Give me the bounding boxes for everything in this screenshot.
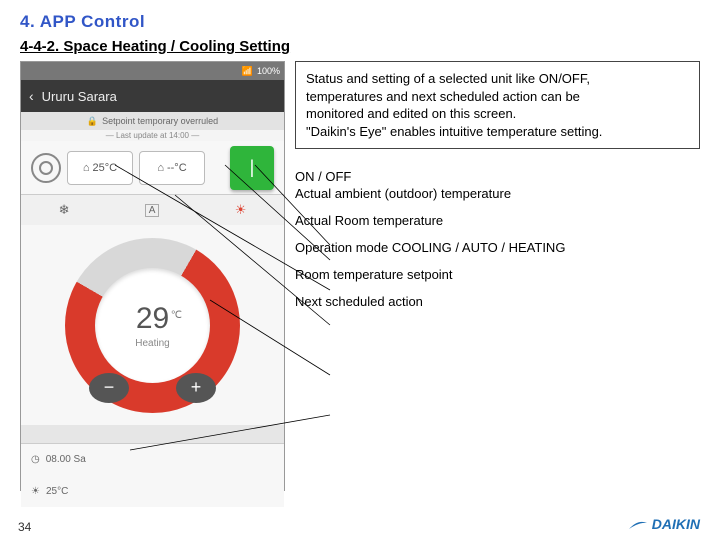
home-icon: ⌂ <box>83 162 90 174</box>
annot-outdoor: Actual ambient (outdoor) temperature <box>295 186 511 201</box>
power-ring-icon <box>31 153 61 183</box>
minus-button[interactable]: − <box>89 373 129 403</box>
override-banner: 🔒 Setpoint temporary overruled <box>21 112 284 130</box>
room-temp-box[interactable]: ⌂ 25°C <box>67 151 133 185</box>
mode-bar: ❄ A ☀ <box>21 195 284 225</box>
annot-room: Actual Room temperature <box>295 213 700 230</box>
dial-temperature: 29 <box>136 302 169 336</box>
power-icon: | <box>250 157 255 178</box>
heat-mode-icon[interactable]: ☀ <box>235 202 247 218</box>
signal-icon: 📶 <box>242 66 253 77</box>
dial-area: 29 ℃ Heating − + <box>21 225 284 425</box>
status-row: ⌂ 25°C ⌂ --°C | <box>21 141 284 195</box>
brand-logo: DAIKIN <box>628 516 700 532</box>
annot-setpoint: Room temperature setpoint <box>295 267 700 284</box>
dial-mode-label: Heating <box>135 338 169 349</box>
cool-mode-icon[interactable]: ❄ <box>59 202 70 218</box>
app-bar: ‹ Ururu Sarara <box>21 80 284 112</box>
battery-label: 100% <box>257 66 280 76</box>
temperature-dial[interactable]: 29 ℃ Heating − + <box>65 238 240 413</box>
description-box: Status and setting of a selected unit li… <box>295 61 700 149</box>
sched-temp: 25°C <box>46 486 68 497</box>
schedule-row[interactable]: ◷ 08.00 Sa <box>21 443 284 475</box>
back-icon[interactable]: ‹ <box>29 88 34 104</box>
plus-button[interactable]: + <box>176 373 216 403</box>
clock-icon: ◷ <box>31 454 40 465</box>
outdoor-temp-box[interactable]: ⌂ --°C <box>139 151 205 185</box>
dial-unit: ℃ <box>171 310 182 321</box>
lock-icon: 🔒 <box>87 116 98 127</box>
home-icon: ⌂ <box>157 162 164 174</box>
android-statusbar: 📶 100% <box>21 62 284 80</box>
page-number: 34 <box>18 520 31 534</box>
power-button[interactable]: | <box>230 146 274 190</box>
slide-title: 4. APP Control <box>20 12 700 32</box>
sched-time: 08.00 Sa <box>46 454 86 465</box>
last-update: — Last update at 14:00 — <box>21 130 284 141</box>
annot-sched: Next scheduled action <box>295 294 700 311</box>
schedule-temp-row[interactable]: ☀ 25°C <box>21 475 284 507</box>
annotations: ON / OFF Actual ambient (outdoor) temper… <box>295 169 700 310</box>
annot-onoff: ON / OFF <box>295 169 351 184</box>
app-title: Ururu Sarara <box>42 89 117 104</box>
swoosh-icon <box>628 517 648 531</box>
slide-subtitle: 4-4-2. Space Heating / Cooling Setting <box>20 38 700 55</box>
sun-icon: ☀ <box>31 486 40 497</box>
annot-mode: Operation mode COOLING / AUTO / HEATING <box>295 240 700 257</box>
auto-mode-icon[interactable]: A <box>145 204 160 217</box>
phone-screenshot: 📶 100% ‹ Ururu Sarara 🔒 Setpoint tempora… <box>20 61 285 491</box>
